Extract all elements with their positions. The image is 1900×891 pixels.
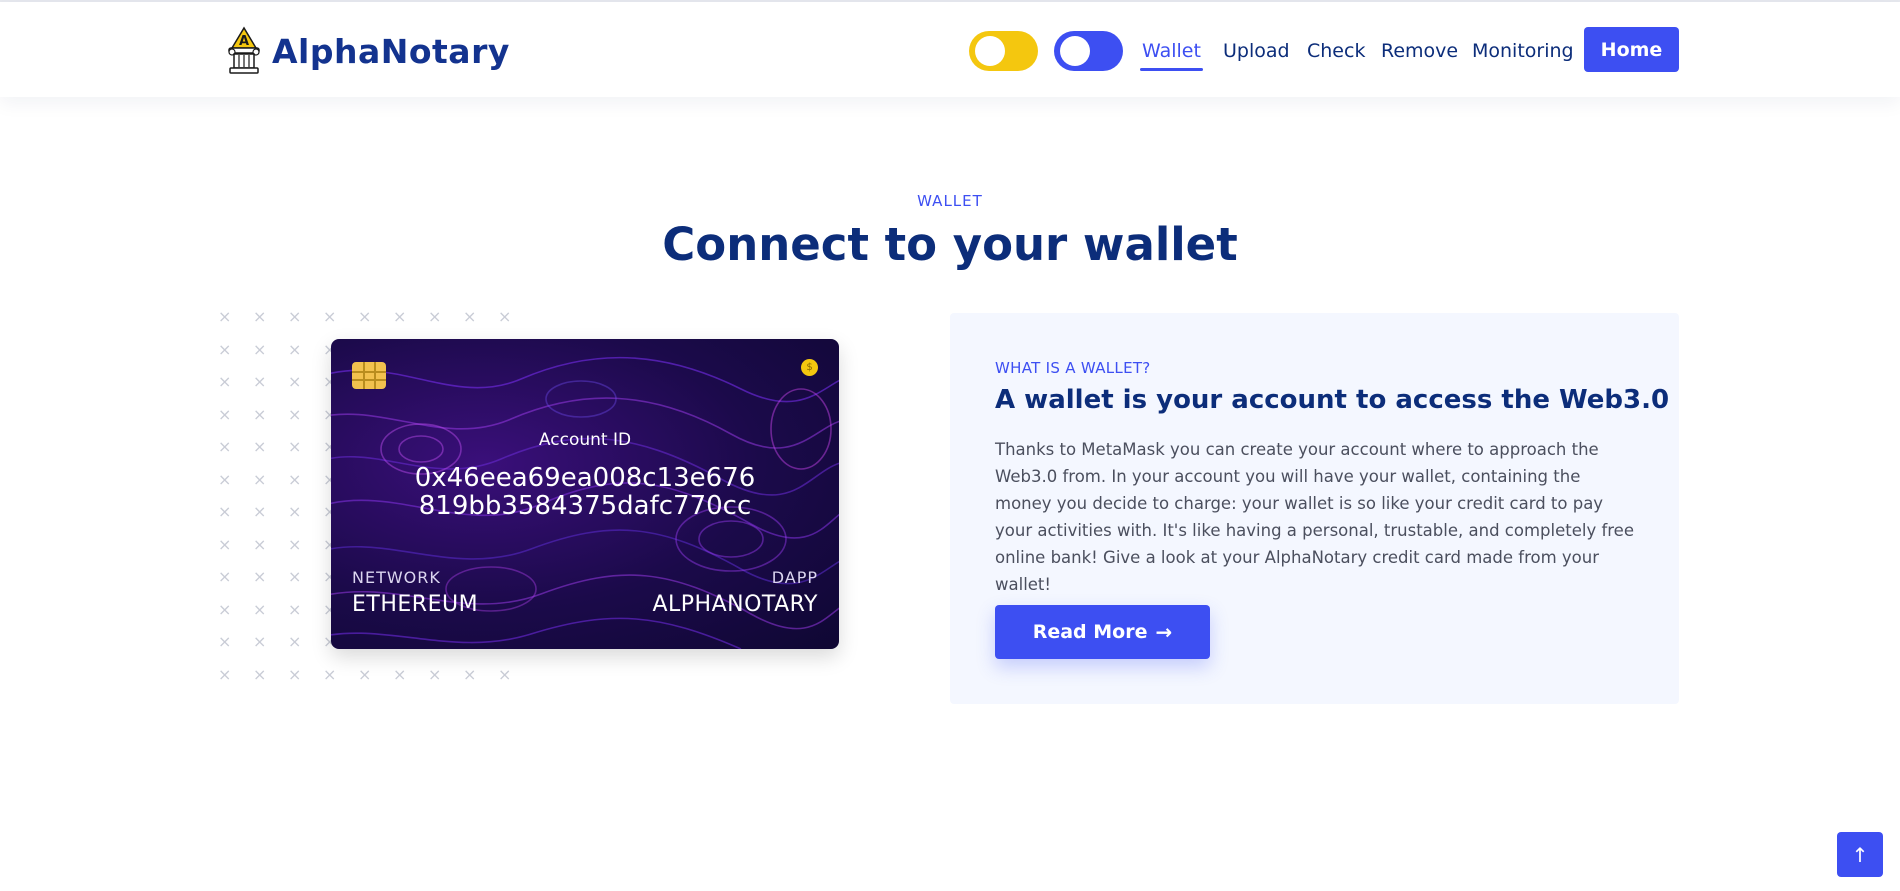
decorative-x-mark: ×: [288, 404, 302, 424]
theme-toggle[interactable]: [969, 31, 1038, 71]
decorative-x-mark: ×: [218, 502, 232, 521]
wallet-credit-card: $ Account ID 0x46eea69ea008c13e676 819bb…: [331, 339, 839, 649]
account-id-label: Account ID: [538, 430, 632, 450]
decorative-x-mark: ×: [463, 307, 477, 326]
decorative-x-mark: ×: [218, 664, 232, 684]
decorative-x-mark: ×: [323, 307, 337, 326]
decorative-x-mark: ×: [358, 307, 372, 326]
decorative-x-mark: ×: [253, 567, 267, 586]
decorative-x-mark: ×: [288, 307, 302, 326]
page-title: Connect to your wallet: [662, 218, 1238, 271]
toggle-knob: [975, 36, 1005, 66]
decorative-x-mark: ×: [253, 502, 267, 521]
brand-name: AlphaNotary: [272, 31, 510, 71]
decorative-x-mark: ×: [253, 469, 267, 489]
section-tag: WALLET: [917, 192, 983, 210]
svg-text:A: A: [239, 34, 249, 49]
decorative-x-mark: ×: [428, 307, 442, 326]
decorative-x-mark: ×: [288, 372, 302, 391]
decorative-x-mark: ×: [498, 664, 512, 684]
nav-monitoring[interactable]: Monitoring: [1472, 40, 1574, 62]
nav-wallet[interactable]: Wallet: [1142, 40, 1201, 62]
decorative-x-mark: ×: [288, 599, 302, 619]
read-more-button[interactable]: Read More →: [995, 605, 1210, 659]
decorative-x-mark: ×: [253, 664, 267, 684]
decorative-x-mark: ×: [253, 599, 267, 619]
decorative-x-mark: ×: [253, 437, 267, 456]
navbar: A AlphaNotary Wallet Upload Check Remove…: [0, 2, 1900, 97]
decorative-x-mark: ×: [218, 599, 232, 619]
decorative-x-mark: ×: [393, 664, 407, 684]
decorative-x-mark: ×: [253, 632, 267, 651]
decorative-x-mark: ×: [288, 632, 302, 651]
decorative-x-mark: ×: [253, 404, 267, 424]
decorative-x-mark: ×: [288, 567, 302, 586]
decorative-x-mark: ×: [218, 534, 232, 554]
decorative-x-mark: ×: [288, 437, 302, 456]
decorative-x-mark: ×: [218, 339, 232, 359]
account-id-value: 0x46eea69ea008c13e676 819bb3584375dafc77…: [331, 464, 839, 520]
arrow-right-icon: →: [1155, 620, 1173, 644]
decorative-x-mark: ×: [288, 664, 302, 684]
arrow-up-icon: ↑: [1851, 842, 1869, 867]
decorative-x-mark: ×: [218, 307, 232, 326]
decorative-x-mark: ×: [253, 307, 267, 326]
back-to-top-button[interactable]: ↑: [1837, 832, 1883, 877]
sim-chip-icon: [352, 362, 386, 389]
dapp-value: ALPHANOTARY: [652, 592, 818, 617]
decorative-x-mark: ×: [253, 534, 267, 554]
decorative-x-mark: ×: [218, 372, 232, 391]
wallet-info-panel: WHAT IS A WALLET? A wallet is your accou…: [950, 313, 1679, 704]
decorative-x-mark: ×: [218, 632, 232, 651]
decorative-x-mark: ×: [358, 664, 372, 684]
toggle-knob: [1060, 36, 1090, 66]
network-label: NETWORK: [352, 568, 441, 587]
decorative-x-mark: ×: [253, 339, 267, 359]
coin-icon: $: [801, 359, 818, 376]
home-button[interactable]: Home: [1584, 27, 1679, 72]
decorative-x-mark: ×: [288, 469, 302, 489]
decorative-x-mark: ×: [288, 534, 302, 554]
read-more-label: Read More: [1032, 621, 1148, 643]
decorative-x-mark: ×: [218, 404, 232, 424]
brand[interactable]: A AlphaNotary: [224, 26, 510, 76]
notary-column-icon: A: [228, 26, 260, 74]
info-tag: WHAT IS A WALLET?: [995, 359, 1151, 377]
info-title: A wallet is your account to access the W…: [995, 385, 1670, 415]
decorative-x-mark: ×: [218, 469, 232, 489]
decorative-x-mark: ×: [288, 339, 302, 359]
decorative-x-mark: ×: [323, 664, 337, 684]
account-id-line-2: 819bb3584375dafc770cc: [418, 491, 752, 521]
dapp-label: DAPP: [771, 568, 818, 587]
network-value: ETHEREUM: [352, 592, 479, 617]
decorative-x-mark: ×: [463, 664, 477, 684]
nav-upload[interactable]: Upload: [1223, 40, 1290, 62]
decorative-x-mark: ×: [218, 567, 232, 586]
decorative-x-mark: ×: [393, 307, 407, 326]
mode-toggle[interactable]: [1054, 31, 1123, 71]
nav-active-indicator: [1140, 68, 1203, 71]
decorative-x-mark: ×: [428, 664, 442, 684]
nav-check[interactable]: Check: [1307, 40, 1365, 62]
nav-remove[interactable]: Remove: [1381, 40, 1458, 62]
account-id-line-1: 0x46eea69ea008c13e676: [414, 463, 756, 493]
decorative-x-mark: ×: [218, 437, 232, 456]
decorative-x-mark: ×: [498, 307, 512, 326]
info-body: Thanks to MetaMask you can create your a…: [995, 440, 1634, 594]
decorative-x-mark: ×: [253, 372, 267, 391]
decorative-x-mark: ×: [288, 502, 302, 521]
